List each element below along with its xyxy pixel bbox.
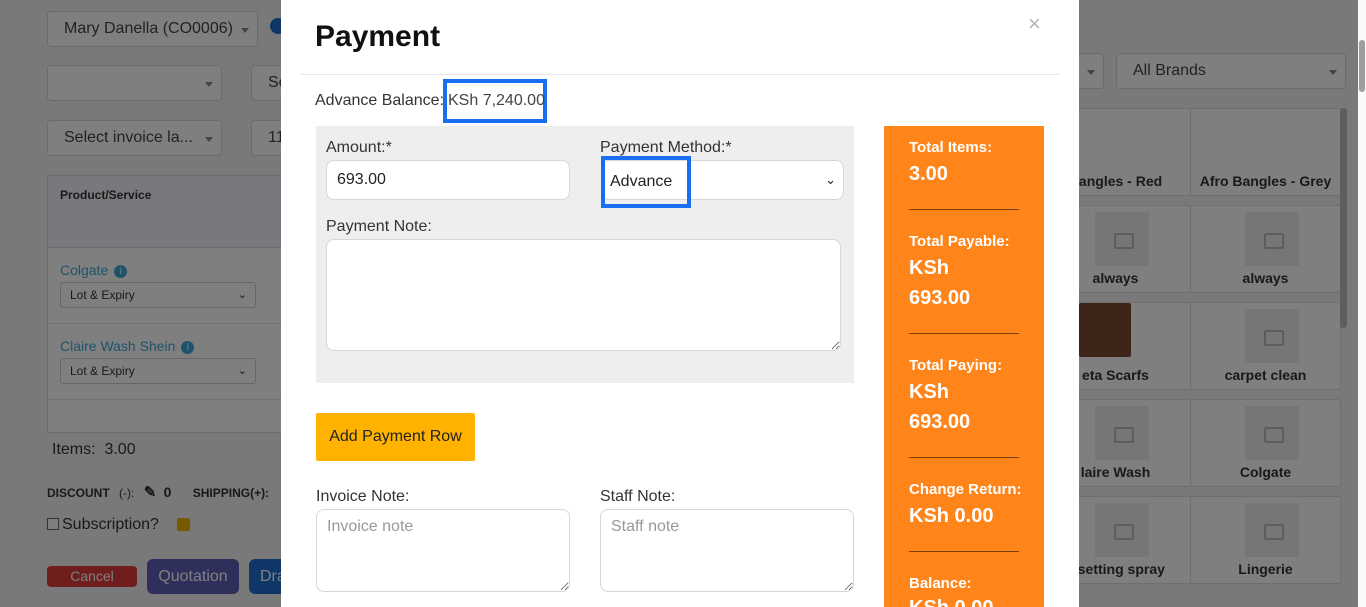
- total-paying-label: Total Paying:: [909, 357, 1003, 374]
- total-payable-currency: KSh: [909, 257, 949, 279]
- payment-method-value: Advance: [601, 156, 691, 208]
- total-paying-currency: KSh: [909, 381, 949, 403]
- advance-balance-value: KSh 7,240.00: [443, 79, 547, 123]
- staff-note-input[interactable]: [600, 509, 854, 592]
- staff-note-label: Staff Note:: [600, 488, 676, 505]
- change-return-value: KSh 0.00: [909, 505, 994, 527]
- summary-divider: [909, 551, 1019, 552]
- close-icon[interactable]: ×: [1028, 11, 1041, 37]
- payment-summary-panel: Total Items: 3.00 Total Payable: KSh 693…: [884, 126, 1044, 607]
- summary-divider: [909, 209, 1019, 210]
- header-divider: [300, 74, 1060, 75]
- amount-label: Amount:*: [326, 139, 392, 156]
- payment-note-input[interactable]: [326, 239, 841, 351]
- payment-modal: Payment × Advance Balance: KSh 7,240.00 …: [281, 0, 1079, 607]
- balance-value: KSh 0.00: [909, 593, 993, 607]
- invoice-note-input[interactable]: [316, 509, 570, 592]
- total-payable-value: 693.00: [909, 287, 971, 309]
- total-items-value: 3.00: [909, 163, 948, 185]
- invoice-note-label: Invoice Note:: [316, 488, 410, 505]
- summary-divider: [909, 333, 1019, 334]
- page-scrollbar-thumb[interactable]: [1359, 40, 1365, 92]
- amount-input[interactable]: [326, 160, 570, 200]
- change-return-label: Change Return:: [909, 481, 1022, 498]
- payment-method-label: Payment Method:*: [600, 139, 732, 156]
- total-paying-value: 693.00: [909, 411, 971, 433]
- chevron-down-icon: ⌄: [825, 172, 836, 187]
- summary-divider: [909, 457, 1019, 458]
- modal-title: Payment: [315, 20, 441, 53]
- total-payable-label: Total Payable:: [909, 233, 1010, 250]
- advance-balance-label: Advance Balance:: [315, 92, 444, 109]
- payment-note-label: Payment Note:: [326, 218, 432, 235]
- add-payment-row-button[interactable]: Add Payment Row: [316, 413, 475, 461]
- total-items-label: Total Items:: [909, 139, 993, 156]
- balance-label: Balance:: [909, 575, 972, 592]
